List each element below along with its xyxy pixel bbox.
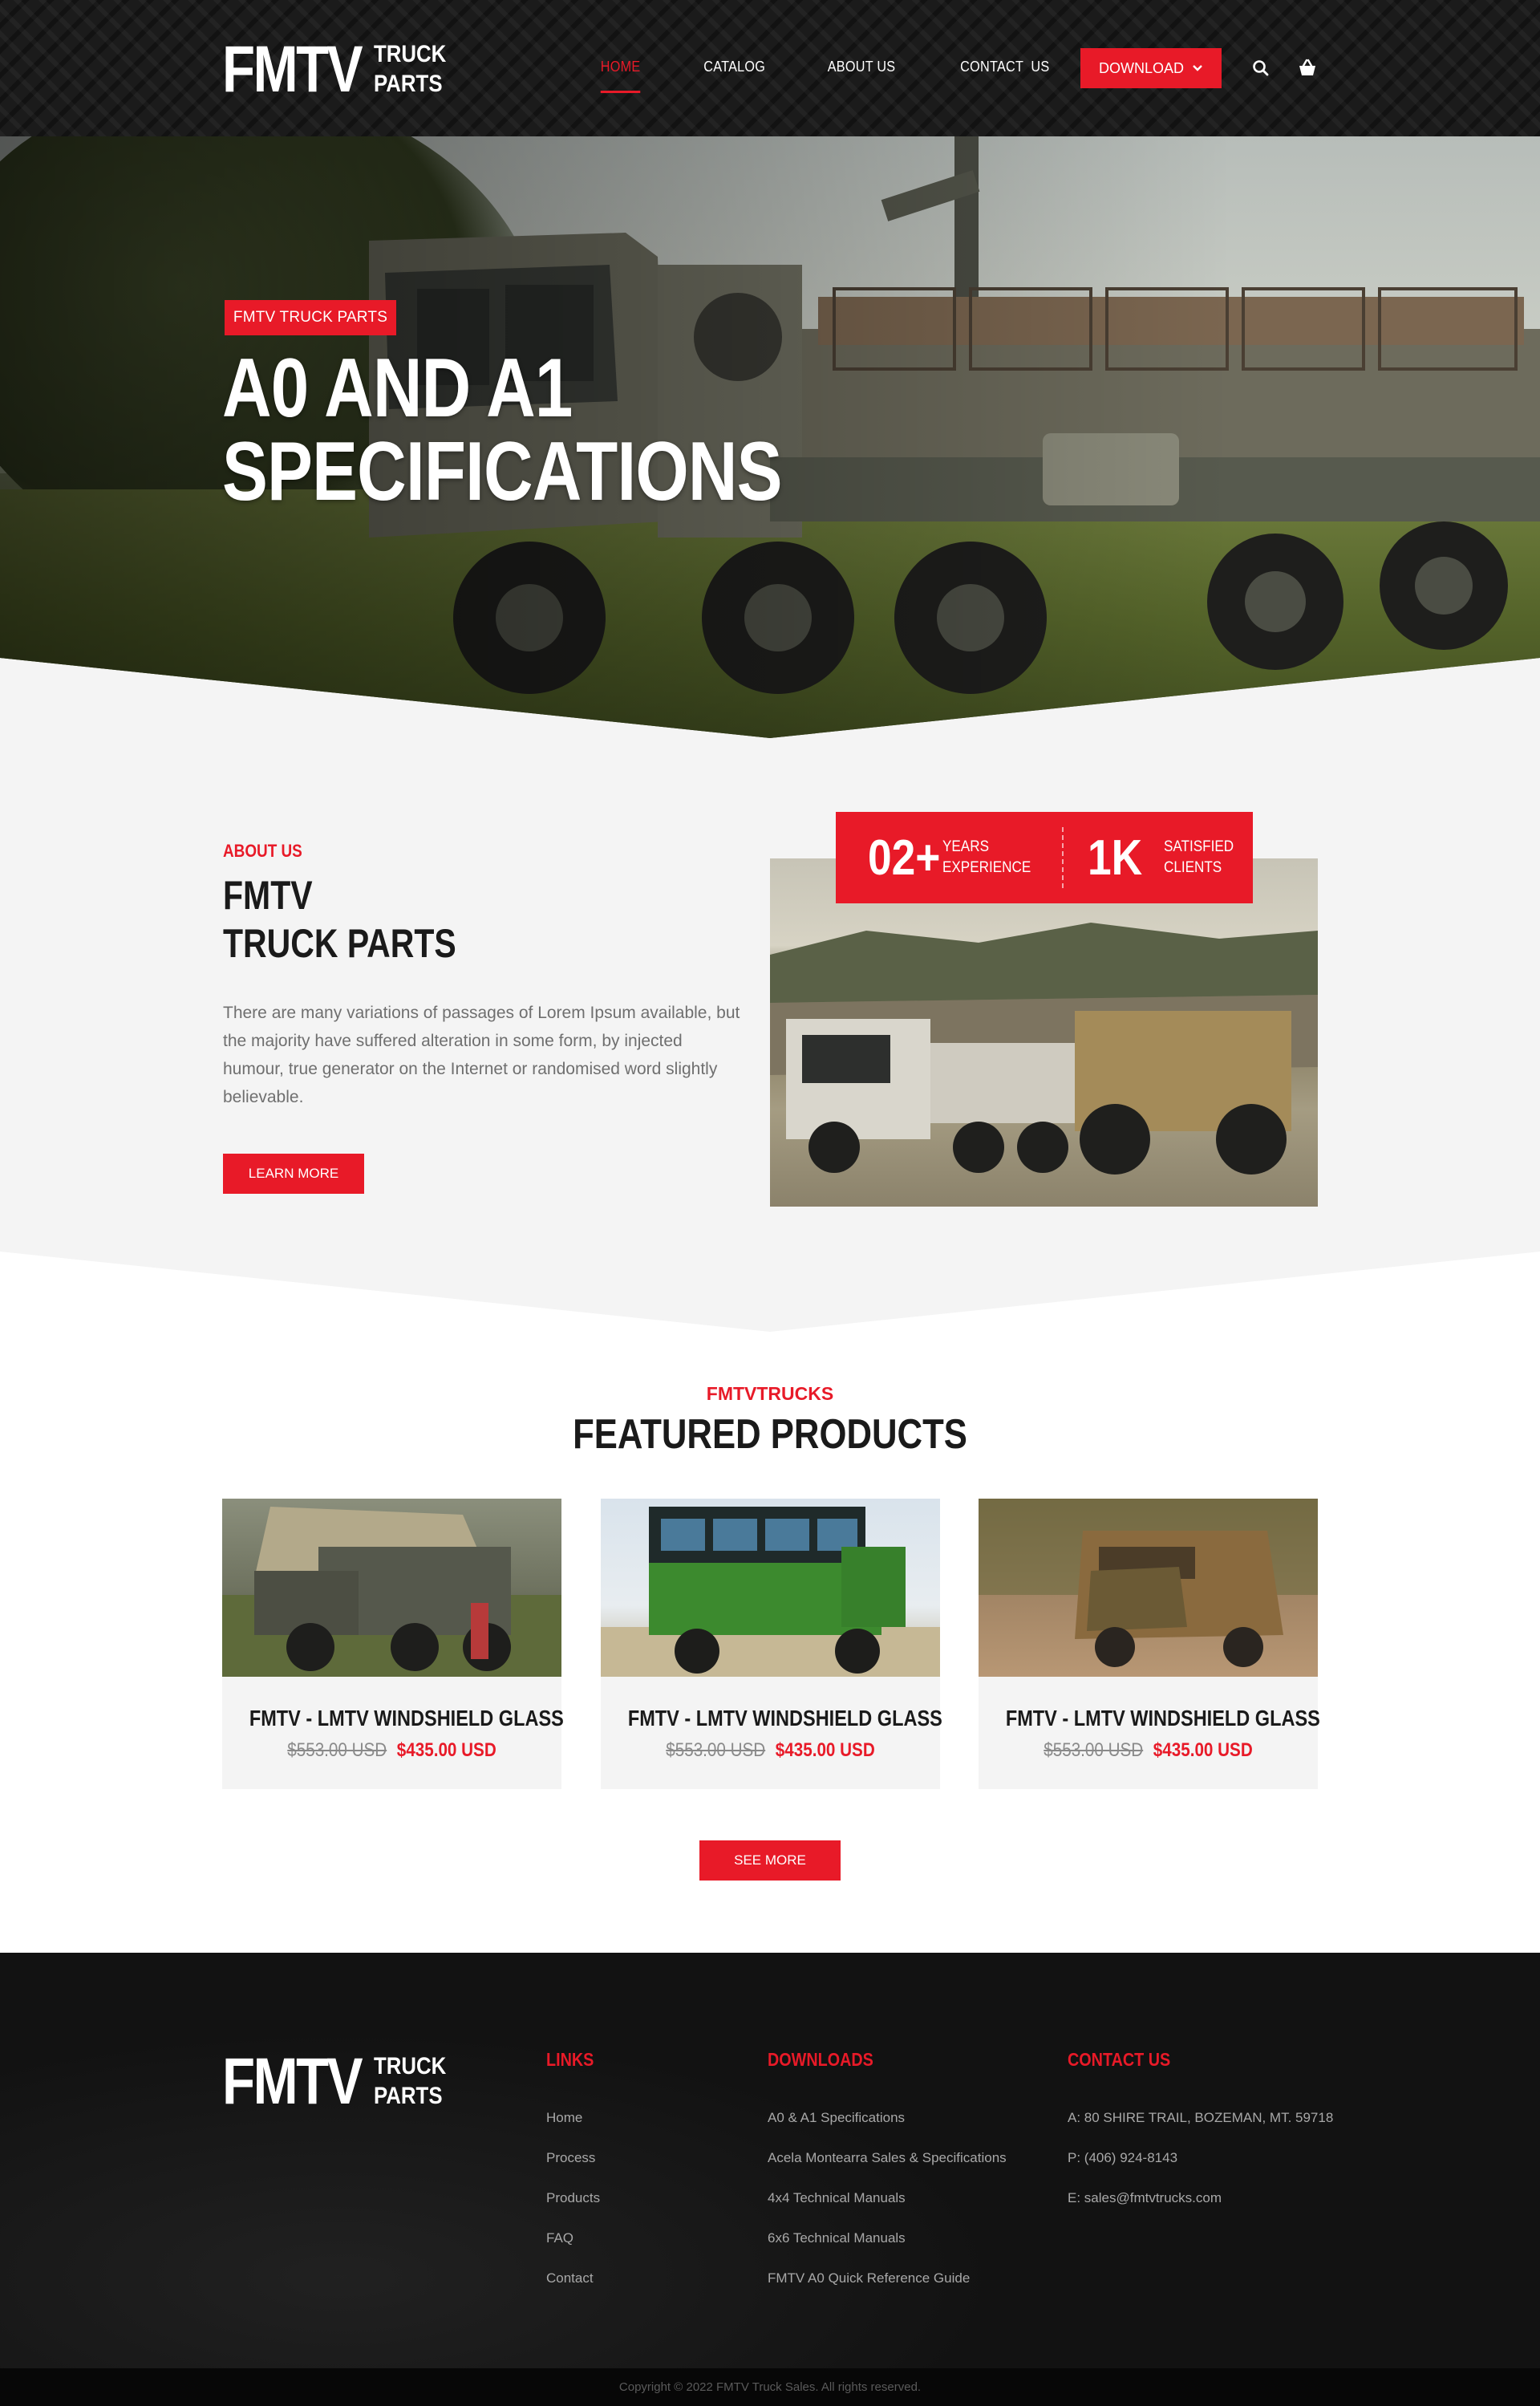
footer-links-heading: LINKS bbox=[546, 2049, 594, 2070]
download-button[interactable]: DOWNLOAD bbox=[1080, 48, 1222, 88]
about-title: FMTV TRUCK PARTS bbox=[223, 873, 456, 966]
footer-downloads: DOWNLOADS A0 & A1 Specifications Acela M… bbox=[768, 2049, 1007, 2307]
footer-logo-wordmark: FMTV bbox=[222, 2045, 363, 2118]
product-image bbox=[979, 1499, 1318, 1677]
product-name[interactable]: FMTV - LMTV WINDSHIELD GLASS bbox=[1006, 1706, 1320, 1731]
old-price: $553.00 USD bbox=[666, 1739, 766, 1761]
products-label: FMTVTRUCKS bbox=[706, 1383, 834, 1404]
download-link[interactable]: Acela Montearra Sales & Specifications bbox=[768, 2147, 1007, 2187]
products-title: FEATURED PRODUCTS bbox=[573, 1411, 967, 1458]
old-price: $553.00 USD bbox=[1044, 1739, 1144, 1761]
product-card[interactable]: FMTV - LMTV WINDSHIELD GLASS $553.00 USD… bbox=[601, 1499, 942, 1789]
download-link[interactable]: 4x4 Technical Manuals bbox=[768, 2187, 1007, 2227]
footer-contact-heading: CONTACT US bbox=[1068, 2049, 1171, 2070]
stats-banner: 02+ YEARS EXPERIENCE 1K SATISFIED CLIENT… bbox=[836, 812, 1253, 903]
hero-title: A0 AND A1 SPECIFICATIONS bbox=[222, 342, 782, 518]
nav-contact-us[interactable]: CONTACT US bbox=[960, 59, 1049, 75]
footer-logo[interactable]: FMTV TRUCK PARTS bbox=[222, 2049, 458, 2115]
old-price: $553.00 USD bbox=[287, 1739, 387, 1761]
logo-wordmark: FMTV bbox=[222, 33, 363, 106]
product-card[interactable]: FMTV - LMTV WINDSHIELD GLASS $553.00 USD… bbox=[222, 1499, 564, 1789]
footer-contact: CONTACT US A: 80 SHIRE TRAIL, BOZEMAN, M… bbox=[1068, 2049, 1333, 2227]
product-image bbox=[601, 1499, 940, 1677]
product-card[interactable]: FMTV - LMTV WINDSHIELD GLASS $553.00 USD… bbox=[979, 1499, 1320, 1789]
new-price: $435.00 USD bbox=[396, 1739, 496, 1761]
new-price: $435.00 USD bbox=[775, 1739, 875, 1761]
footer-links: LINKS Home Process Products FAQ Contact bbox=[546, 2049, 602, 2307]
download-link[interactable]: FMTV A0 Quick Reference Guide bbox=[768, 2267, 1007, 2307]
about-label: ABOUT US bbox=[223, 841, 302, 861]
footer-link-home[interactable]: Home bbox=[546, 2107, 602, 2147]
product-image bbox=[222, 1499, 561, 1677]
nav-about-us[interactable]: ABOUT US bbox=[828, 59, 896, 75]
stat-years: 02+ YEARS EXPERIENCE bbox=[868, 812, 1041, 903]
footer-link-process[interactable]: Process bbox=[546, 2147, 602, 2187]
chevron-down-icon bbox=[1193, 65, 1202, 71]
about-text: There are many variations of passages of… bbox=[223, 1004, 740, 1106]
see-more-button[interactable]: SEE MORE bbox=[699, 1840, 841, 1881]
logo-subtitle: TRUCK PARTS bbox=[374, 41, 447, 97]
product-name[interactable]: FMTV - LMTV WINDSHIELD GLASS bbox=[249, 1706, 564, 1731]
site-footer: FMTV TRUCK PARTS LINKS Home Process Prod… bbox=[0, 1953, 1540, 2368]
footer-link-contact[interactable]: Contact bbox=[546, 2267, 602, 2307]
brand-logo[interactable]: FMTV TRUCK PARTS bbox=[222, 37, 458, 103]
stat-years-value: 02+ bbox=[868, 830, 941, 886]
about-trucks-image bbox=[770, 858, 1318, 1207]
contact-address: A: 80 SHIRE TRAIL, BOZEMAN, MT. 59718 bbox=[1068, 2110, 1334, 2125]
stat-clients: 1K SATISFIED CLIENTS bbox=[1088, 812, 1242, 903]
footer-link-products[interactable]: Products bbox=[546, 2187, 602, 2227]
download-link[interactable]: 6x6 Technical Manuals bbox=[768, 2227, 1007, 2267]
product-price: $553.00 USD $435.00 USD bbox=[625, 1739, 917, 1762]
footer-downloads-heading: DOWNLOADS bbox=[768, 2049, 873, 2070]
footer-link-faq[interactable]: FAQ bbox=[546, 2227, 602, 2267]
nav-catalog[interactable]: CATALOG bbox=[703, 59, 765, 75]
stat-years-label: YEARS EXPERIENCE bbox=[942, 838, 1031, 876]
stat-clients-value: 1K bbox=[1088, 830, 1143, 886]
contact-phone[interactable]: P: (406) 924-8143 bbox=[1068, 2147, 1333, 2187]
search-icon[interactable] bbox=[1249, 56, 1273, 80]
copyright-bar: Copyright © 2022 FMTV Truck Sales. All r… bbox=[0, 2368, 1540, 2406]
product-price: $553.00 USD $435.00 USD bbox=[1003, 1739, 1295, 1762]
download-label: DOWNLOAD bbox=[1098, 59, 1184, 76]
cart-icon[interactable] bbox=[1295, 56, 1319, 80]
product-price: $553.00 USD $435.00 USD bbox=[246, 1739, 538, 1762]
stat-clients-label: SATISFIED CLIENTS bbox=[1164, 838, 1234, 876]
stats-divider bbox=[1062, 827, 1064, 888]
footer-logo-subtitle: TRUCK PARTS bbox=[374, 2053, 447, 2109]
contact-email[interactable]: E: sales@fmtvtrucks.com bbox=[1068, 2187, 1333, 2227]
site-header: FMTV TRUCK PARTS HOME CATALOG ABOUT US C… bbox=[0, 0, 1540, 136]
download-link[interactable]: A0 & A1 Specifications bbox=[768, 2107, 1007, 2147]
new-price: $435.00 USD bbox=[1153, 1739, 1253, 1761]
nav-home[interactable]: HOME bbox=[600, 59, 641, 93]
product-name[interactable]: FMTV - LMTV WINDSHIELD GLASS bbox=[628, 1706, 942, 1731]
hero-tag: FMTV TRUCK PARTS bbox=[225, 300, 396, 335]
learn-more-button[interactable]: LEARN MORE bbox=[223, 1154, 364, 1194]
